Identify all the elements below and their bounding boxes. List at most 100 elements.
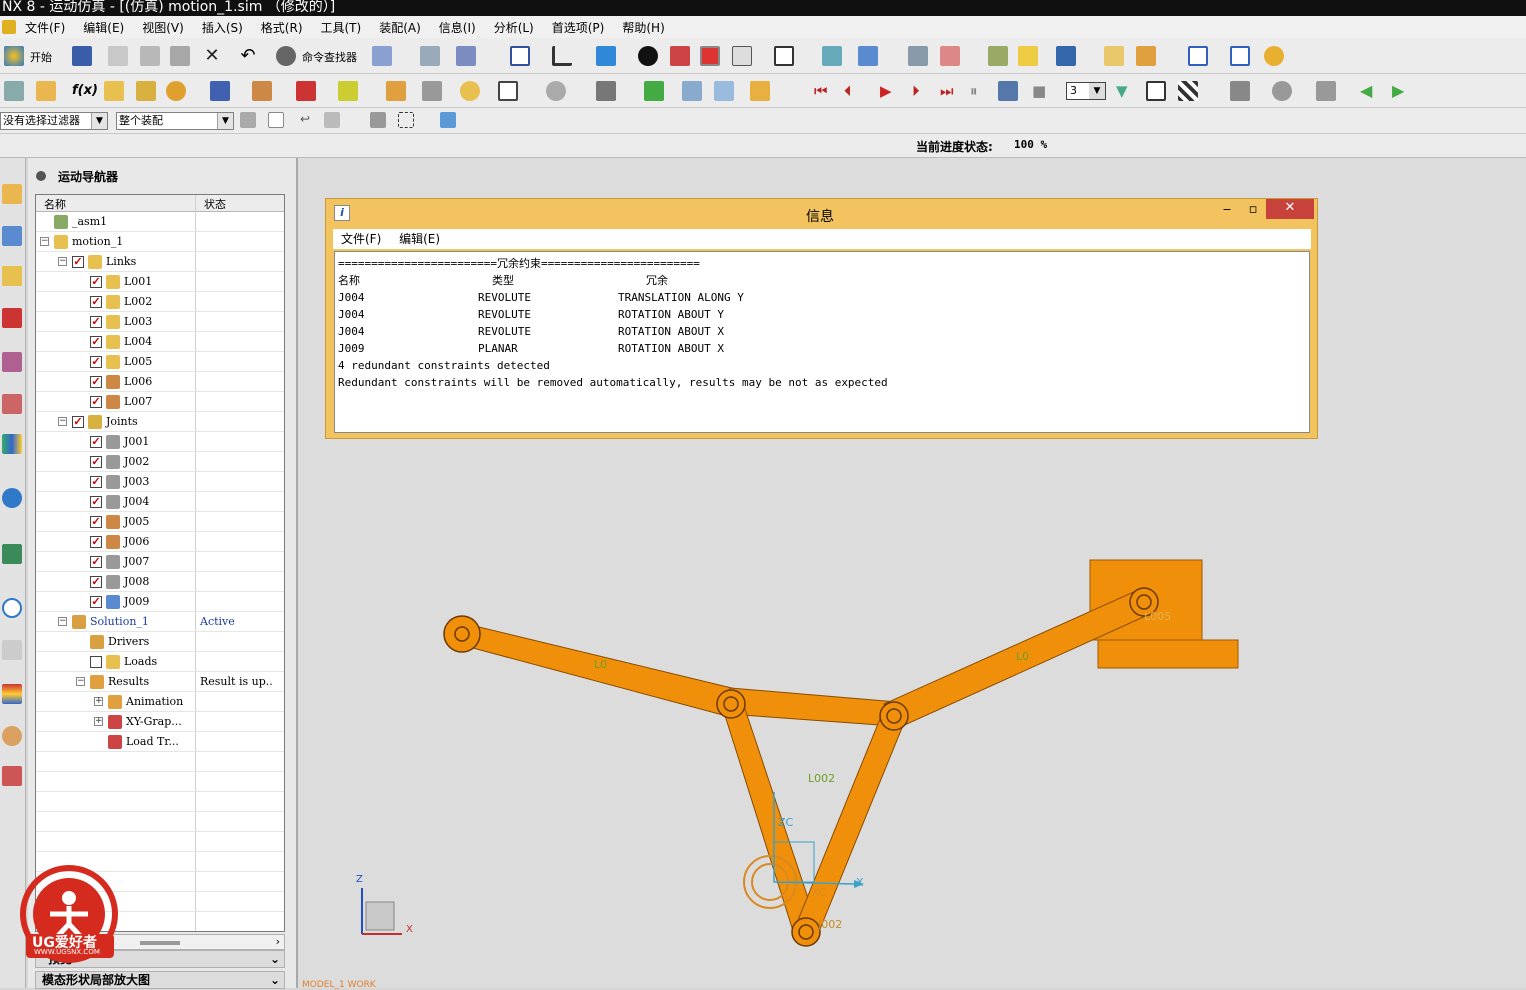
visibility-checkbox[interactable]: ✓ [90, 316, 102, 328]
visibility-checkbox[interactable]: ✓ [90, 516, 102, 528]
tree-row[interactable]: ✓ J005 [36, 512, 284, 532]
report-icon[interactable] [714, 81, 734, 101]
menu-assembly[interactable]: 装配(A) [370, 19, 430, 36]
start-icon[interactable] [4, 46, 24, 66]
feature-icon[interactable] [370, 112, 386, 128]
visibility-checkbox[interactable]: ✓ [90, 576, 102, 588]
mode-shape-section[interactable]: 模态形状局部放大图 ⌄ [35, 971, 285, 989]
tree-row[interactable]: ✓ J004 [36, 492, 284, 512]
rewind-icon[interactable]: ⏮ [814, 81, 834, 101]
visibility-checkbox[interactable]: ✓ [90, 476, 102, 488]
function-manager-icon[interactable]: f(x) [72, 81, 98, 101]
selection-filter-dropdown[interactable]: 没有选择过滤器 ▼ [0, 112, 108, 130]
visibility-checkbox[interactable] [90, 656, 102, 668]
tree-row[interactable]: ✓ L003 [36, 312, 284, 332]
grid-icon[interactable] [1230, 46, 1250, 66]
move-component-icon[interactable] [822, 46, 842, 66]
command-finder-button[interactable]: 命令查找器 [302, 49, 357, 65]
roles-icon[interactable] [2, 726, 22, 746]
close-button[interactable]: ✕ [1266, 199, 1314, 219]
ruler-icon[interactable] [1104, 46, 1124, 66]
pin-icon[interactable] [36, 171, 46, 181]
master-model-icon[interactable] [36, 81, 56, 101]
command-finder-icon[interactable] [276, 46, 296, 66]
solve-icon[interactable] [644, 81, 664, 101]
arrow-right-icon[interactable]: ▶ [1392, 81, 1412, 101]
tree-row[interactable]: ✓ J001 [36, 432, 284, 452]
menu-information[interactable]: 信息(I) [430, 19, 485, 36]
torque-icon[interactable] [338, 81, 358, 101]
refresh-icon[interactable] [1264, 46, 1284, 66]
rectangle-icon[interactable] [1188, 46, 1208, 66]
web-browser-icon[interactable] [2, 488, 22, 508]
animation-icon[interactable] [750, 81, 770, 101]
visibility-checkbox[interactable]: ✓ [90, 436, 102, 448]
dialog-menu-edit[interactable]: 编辑(E) [399, 232, 440, 246]
visibility-checkbox[interactable]: ✓ [90, 396, 102, 408]
visibility-checkbox[interactable]: ✓ [90, 536, 102, 548]
component-icon[interactable] [324, 112, 340, 128]
tree-row[interactable]: Load Tr... [36, 732, 284, 752]
assembly-constraint-icon[interactable] [858, 46, 878, 66]
snap-icon[interactable] [456, 46, 476, 66]
column-header-name[interactable]: 名称 [44, 196, 66, 212]
selection-icon[interactable] [372, 46, 392, 66]
tree-row[interactable]: _asm1 [36, 212, 284, 232]
arrow-left-icon[interactable]: ◀ [1360, 81, 1380, 101]
assembly-navigator-icon[interactable] [2, 184, 22, 204]
plane-icon[interactable] [1316, 81, 1336, 101]
tree-row[interactable]: ✓ L007 [36, 392, 284, 412]
force-icon[interactable] [296, 81, 316, 101]
tree-row[interactable]: Loads [36, 652, 284, 672]
tree-row[interactable]: ✓ J006 [36, 532, 284, 552]
general-selection-icon[interactable] [240, 112, 256, 128]
visualization-icon[interactable] [2, 684, 22, 704]
step-forward-icon[interactable]: ⏵ [912, 81, 932, 101]
collapse-icon[interactable]: − [76, 677, 85, 686]
cut-icon[interactable] [108, 46, 128, 66]
menu-format[interactable]: 格式(R) [252, 19, 312, 36]
hd3d-icon[interactable] [2, 394, 22, 414]
tree-row[interactable]: − Results Result is up.. [36, 672, 284, 692]
orient-view-icon[interactable] [552, 46, 572, 66]
analysis-icon[interactable] [1018, 46, 1038, 66]
tree-row[interactable]: ✓ L002 [36, 292, 284, 312]
motion-navigator-icon[interactable] [2, 266, 22, 286]
tree-row[interactable]: − ✓ Links [36, 252, 284, 272]
step-back-icon[interactable]: ⏴ [844, 81, 864, 101]
sensor-icon[interactable] [422, 81, 442, 101]
dialog-caption[interactable]: i 信息 ‒ ▫ ✕ [326, 199, 1317, 227]
assembly-scope-dropdown[interactable]: 整个装配 ▼ [116, 112, 234, 130]
reuse-library-icon[interactable] [2, 352, 22, 372]
info-content[interactable]: ========================冗余约束============… [334, 251, 1310, 433]
finish-flag-icon[interactable] [1178, 81, 1198, 101]
point-set-icon[interactable] [940, 46, 960, 66]
scroll-right-icon[interactable]: › [276, 935, 280, 948]
tree-row[interactable]: − motion_1 [36, 232, 284, 252]
shaded-view-icon[interactable] [596, 46, 616, 66]
tree-row[interactable]: ✓ J007 [36, 552, 284, 572]
visibility-checkbox[interactable]: ✓ [90, 276, 102, 288]
tree-row[interactable]: + Animation [36, 692, 284, 712]
visibility-checkbox[interactable]: ✓ [90, 376, 102, 388]
fit-view-icon[interactable] [510, 46, 530, 66]
trace-icon[interactable] [546, 81, 566, 101]
collapse-icon[interactable]: − [58, 417, 67, 426]
tree-row[interactable]: ✓ J003 [36, 472, 284, 492]
background-icon[interactable] [774, 46, 794, 66]
constraint-navigator-icon[interactable] [2, 308, 22, 328]
spring-icon[interactable] [210, 81, 230, 101]
tree-row[interactable]: − ✓ Joints [36, 412, 284, 432]
tree-row[interactable]: Drivers [36, 632, 284, 652]
record-icon[interactable] [998, 81, 1018, 101]
wireframe-view-icon[interactable] [700, 46, 720, 66]
type-filter-icon[interactable] [268, 112, 284, 128]
tree-row[interactable]: ✓ J009 [36, 592, 284, 612]
tree-row[interactable]: ✓ L001 [36, 272, 284, 292]
collapse-icon[interactable]: − [40, 237, 49, 246]
perspective-icon[interactable] [638, 46, 658, 66]
tree-row[interactable]: ✓ L005 [36, 352, 284, 372]
interference-icon[interactable] [498, 81, 518, 101]
menu-analysis[interactable]: 分析(L) [485, 19, 543, 36]
gear-icon[interactable] [166, 81, 186, 101]
